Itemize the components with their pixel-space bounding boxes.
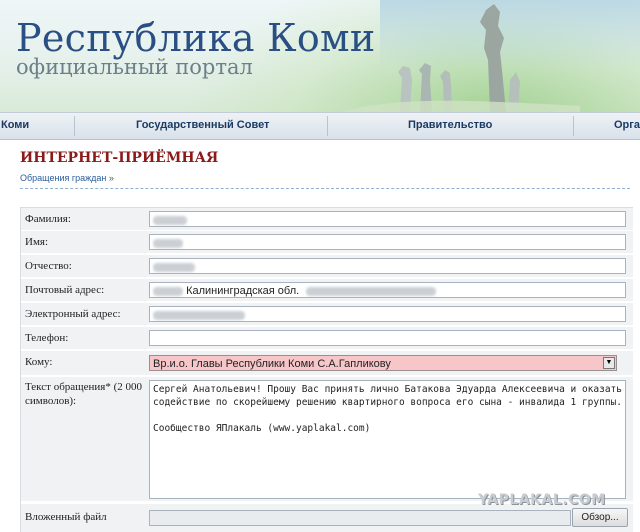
site-title: Республика Коми bbox=[16, 16, 376, 60]
name-field[interactable] bbox=[149, 234, 626, 250]
form-row-phone: Телефон: bbox=[21, 327, 633, 349]
address-label: Почтовый адрес: bbox=[25, 284, 105, 296]
nav-separator bbox=[573, 116, 574, 136]
recipient-label: Кому: bbox=[25, 356, 53, 368]
surname-label: Фамилия: bbox=[25, 213, 71, 225]
patronymic-field[interactable] bbox=[149, 258, 626, 274]
form-row-email: Электронный адрес: bbox=[21, 303, 633, 325]
dashed-divider bbox=[20, 188, 630, 189]
surname-field[interactable] bbox=[149, 211, 626, 227]
breadcrumb: Обращения граждан » bbox=[20, 173, 114, 183]
header-banner: Республика Коми официальный портал bbox=[0, 0, 640, 112]
phone-field[interactable] bbox=[149, 330, 626, 346]
nav-separator bbox=[74, 116, 75, 136]
page-title: ИНТЕРНЕТ-ПРИЁМНАЯ bbox=[20, 150, 219, 166]
form-row-name: Имя: bbox=[21, 231, 633, 253]
form-row-patronymic: Отчество: bbox=[21, 255, 633, 277]
name-label: Имя: bbox=[25, 236, 49, 248]
file-label: Вложенный файл bbox=[25, 511, 107, 523]
nav-item-government[interactable]: Правительство bbox=[408, 119, 492, 131]
patronymic-label: Отчество: bbox=[25, 260, 72, 272]
nav-separator bbox=[327, 116, 328, 136]
phone-label: Телефон: bbox=[25, 332, 69, 344]
form-row-address: Почтовый адрес: Калининградская обл. bbox=[21, 279, 633, 301]
browse-button[interactable]: Обзор... bbox=[572, 508, 628, 527]
form-row-surname: Фамилия: bbox=[21, 208, 633, 230]
top-navigation: Коми Государственный Совет Правительство… bbox=[0, 112, 640, 140]
email-label: Электронный адрес: bbox=[25, 308, 121, 320]
message-label: Текст обращения* (2 000 символов): bbox=[25, 381, 143, 407]
address-value: Калининградская обл. bbox=[186, 285, 300, 297]
breadcrumb-arrow: » bbox=[108, 173, 114, 183]
nav-item-state-council[interactable]: Государственный Совет bbox=[136, 119, 269, 131]
dropdown-arrow-icon[interactable]: ▼ bbox=[603, 357, 615, 369]
message-textarea[interactable]: Сергей Анатольевич! Прошу Вас принять ли… bbox=[149, 380, 626, 499]
site-subtitle: официальный портал bbox=[16, 55, 253, 79]
recipient-selected-value: Вр.и.о. Главы Республики Коми С.А.Гаплик… bbox=[153, 358, 391, 370]
rock-pillars-image bbox=[340, 4, 580, 112]
recipient-select[interactable]: Вр.и.о. Главы Республики Коми С.А.Гаплик… bbox=[149, 355, 617, 371]
form-row-recipient: Кому: Вр.и.о. Главы Республики Коми С.А.… bbox=[21, 351, 633, 375]
address-field[interactable]: Калининградская обл. bbox=[149, 282, 626, 298]
email-field[interactable] bbox=[149, 306, 626, 322]
watermark: YAPLAKAL.COM bbox=[478, 492, 606, 508]
breadcrumb-link[interactable]: Обращения граждан bbox=[20, 173, 106, 183]
appeal-form: Фамилия: Имя: Отчество: Почтовый адрес: … bbox=[20, 207, 633, 532]
file-path-field[interactable] bbox=[149, 510, 571, 526]
nav-item-komi[interactable]: Коми bbox=[1, 119, 29, 131]
nav-item-organs[interactable]: Орга bbox=[614, 119, 640, 131]
